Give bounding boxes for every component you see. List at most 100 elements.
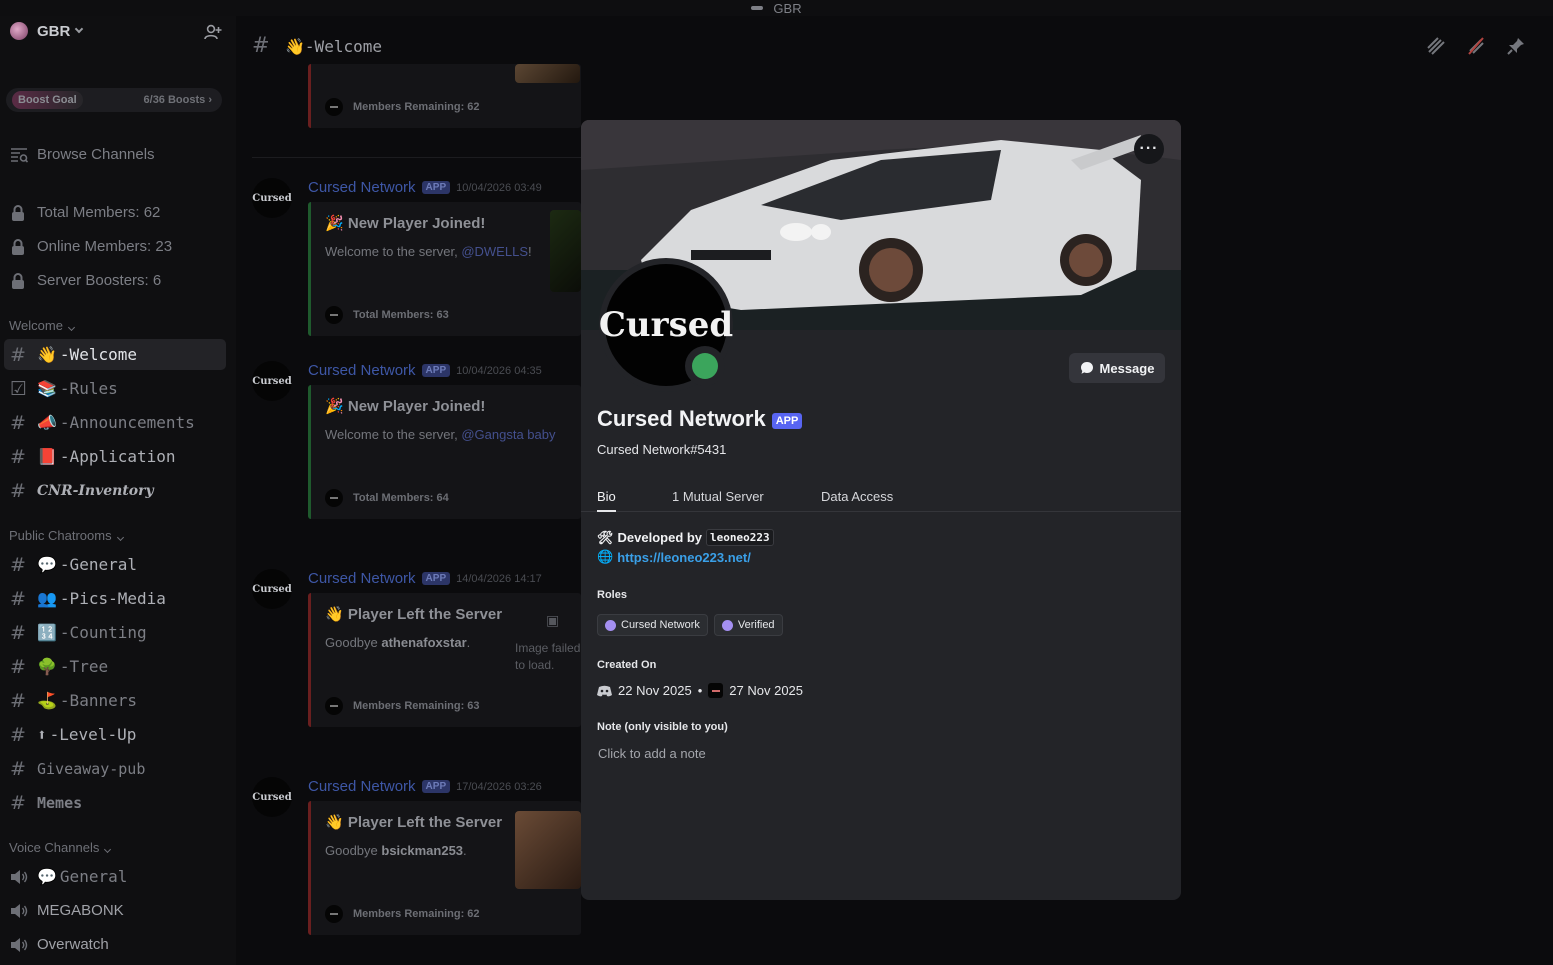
author-name[interactable]: Cursed Network	[308, 179, 416, 196]
role-color-dot	[721, 619, 733, 631]
app-badge: APP	[421, 181, 451, 194]
more-options-button[interactable]: ···	[1134, 134, 1164, 164]
author-avatar[interactable]: Cursed	[252, 569, 292, 609]
channel-rules[interactable]: ☑ 📚 -Rules	[4, 373, 226, 404]
author-avatar[interactable]: Cursed	[252, 361, 292, 401]
app-badge: APP	[421, 364, 451, 377]
guild-header[interactable]: GBR	[0, 16, 236, 46]
rules-channel-icon: ☑	[10, 377, 28, 400]
bio-link[interactable]: https://leoneo223.net/	[617, 550, 751, 565]
channel-inventory[interactable]: # CNR-Inventory	[4, 475, 226, 506]
embed-title: 👋 Player Left the Server	[325, 606, 503, 623]
add-member-icon[interactable]	[204, 24, 222, 40]
image-failed-text: Image failed to load.	[515, 641, 581, 672]
guild-icon	[10, 22, 28, 40]
voice-channel-overwatch[interactable]: Overwatch	[4, 929, 226, 960]
developer-code: leoneo223	[706, 529, 774, 546]
voice-channel-general[interactable]: 💬 General	[4, 861, 226, 892]
globe-emoji-icon: 🌐	[597, 549, 614, 564]
author-name[interactable]: Cursed Network	[308, 362, 416, 379]
channel-welcome[interactable]: # 👋 -Welcome	[4, 339, 226, 370]
stat-label: Server Boosters: 6	[37, 272, 162, 289]
message-button[interactable]: Message	[1069, 353, 1165, 383]
lock-icon	[10, 238, 37, 256]
speaker-icon	[10, 903, 37, 919]
stat-channel-total[interactable]: Total Members: 62	[4, 197, 226, 228]
category-welcome[interactable]: Welcome	[9, 318, 75, 333]
embed-footer: Total Members: 64	[325, 489, 449, 507]
wave-emoji-icon: 👋	[37, 345, 57, 364]
lock-icon	[10, 272, 37, 290]
books-emoji-icon: 📚	[37, 379, 57, 398]
tab-mutual-servers[interactable]: 1 Mutual Server	[672, 489, 764, 510]
voice-channel-megabonk[interactable]: MEGABONK	[4, 895, 226, 926]
embed-thumbnail[interactable]	[515, 64, 580, 83]
hash-icon: #	[10, 723, 26, 746]
role-pill[interactable]: Verified	[713, 614, 783, 636]
channel-general[interactable]: # 💬 -General	[4, 549, 226, 580]
topbar-actions	[1426, 36, 1526, 56]
username-bold: athenafoxstar	[381, 635, 467, 650]
embed-thumbnail[interactable]	[550, 210, 581, 292]
author-name[interactable]: Cursed Network	[308, 778, 416, 795]
thread-hash-icon: #	[10, 553, 26, 576]
chevron-down-icon	[116, 533, 124, 542]
note-input[interactable]: Click to add a note	[598, 746, 706, 761]
speaker-icon	[10, 869, 37, 885]
hash-icon: #	[10, 411, 26, 434]
timestamp: 10/04/2026 03:49	[456, 181, 542, 194]
profile-display-name: Cursed Network APP	[597, 406, 803, 432]
profile-username: Cursed Network#5431	[597, 442, 727, 457]
category-voice-channels[interactable]: Voice Channels	[9, 840, 112, 855]
channel-announcements[interactable]: # 📣 -Announcements	[4, 407, 226, 438]
wave-emoji-icon: 👋	[285, 37, 305, 56]
channel-giveaway[interactable]: # Giveaway-pub	[4, 753, 226, 784]
pin-icon[interactable]	[1506, 36, 1526, 56]
author-name[interactable]: Cursed Network	[308, 570, 416, 587]
threads-icon[interactable]	[1426, 36, 1446, 56]
channel-memes[interactable]: # Memes	[4, 787, 226, 818]
channel-topbar	[236, 16, 1553, 64]
channel-banners[interactable]: # ⛳ -Banners	[4, 685, 226, 716]
speech-bubble-emoji-icon: 💬	[37, 867, 57, 886]
thread-hash-icon: #	[10, 587, 26, 610]
chevron-down-icon	[104, 845, 112, 854]
browse-channels[interactable]: Browse Channels	[4, 139, 226, 170]
tab-data-access[interactable]: Data Access	[821, 489, 893, 510]
notifications-muted-icon[interactable]	[1466, 36, 1486, 56]
embed-thumbnail[interactable]	[515, 811, 581, 889]
category-public-chatrooms[interactable]: Public Chatrooms	[9, 528, 124, 543]
channel-tree[interactable]: # 🌳 -Tree	[4, 651, 226, 682]
channel-pics-media[interactable]: # 👥 -Pics-Media	[4, 583, 226, 614]
chat-bubble-icon	[1080, 362, 1093, 374]
flag-emoji-icon: ⛳	[37, 691, 57, 710]
app-badge: APP	[771, 413, 803, 429]
boost-goal-bar[interactable]: Boost Goal 6/36 Boosts ›	[6, 88, 222, 112]
numbers-emoji-icon: 🔢	[37, 623, 57, 642]
channel-counting[interactable]: # 🔢 -Counting	[4, 617, 226, 648]
author-avatar[interactable]: Cursed	[252, 178, 292, 218]
discord-logo-icon	[597, 685, 612, 696]
footer-icon	[325, 697, 343, 715]
tab-bio[interactable]: Bio	[597, 489, 616, 512]
role-pill[interactable]: Cursed Network	[597, 614, 708, 636]
stat-channel-online[interactable]: Online Members: 23	[4, 231, 226, 262]
app-badge: APP	[421, 780, 451, 793]
author-avatar[interactable]: Cursed	[252, 777, 292, 817]
window-titlebar: GBR	[0, 0, 1553, 16]
user-mention[interactable]: @DWELLS	[461, 244, 528, 259]
channel-level-up[interactable]: # ⬆ -Level-Up	[4, 719, 226, 750]
message-header: Cursed Network APP 10/04/2026 03:49	[308, 179, 542, 196]
separator-dot: •	[697, 683, 703, 698]
channel-application[interactable]: # 📕 -Application	[4, 441, 226, 472]
embed-title: 👋 Player Left the Server	[325, 814, 503, 831]
thread-hash-icon: #	[10, 791, 26, 814]
role-color-dot	[605, 619, 616, 631]
embed-title: 🎉 New Player Joined!	[325, 398, 486, 415]
user-mention[interactable]: @Gangsta baby	[461, 427, 555, 442]
guild-name: GBR	[37, 22, 71, 40]
lock-icon	[10, 204, 37, 222]
stat-channel-boosters[interactable]: Server Boosters: 6	[4, 265, 226, 296]
user-profile-modal: ··· Cursed Message Cursed Network APP Cu…	[581, 120, 1181, 900]
bio-link-line: 🌐 https://leoneo223.net/	[597, 549, 751, 565]
